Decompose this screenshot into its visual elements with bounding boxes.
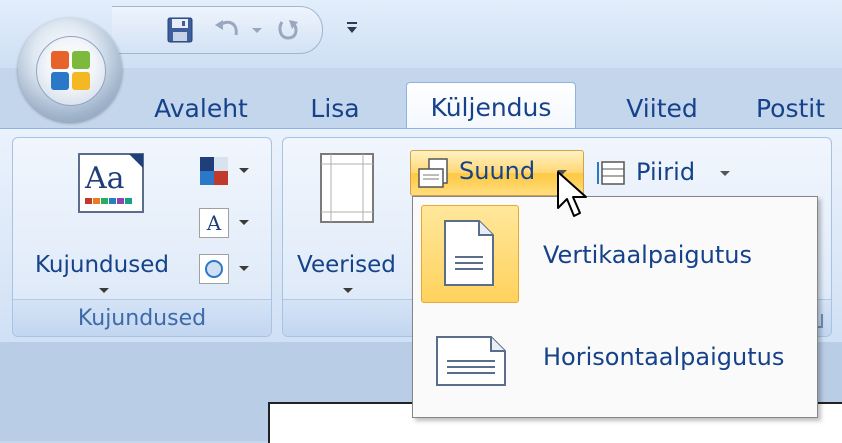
margins-button[interactable]: Piirid bbox=[594, 152, 734, 192]
columns-button[interactable]: Veerised bbox=[287, 144, 405, 294]
save-button[interactable] bbox=[162, 13, 198, 47]
theme-colors-icon bbox=[200, 157, 228, 185]
orientation-button-label: Suund bbox=[459, 157, 536, 185]
themes-button-label: Kujundused bbox=[35, 252, 169, 278]
columns-button-label: Veerised bbox=[297, 252, 396, 278]
tab-lisa[interactable]: Lisa bbox=[290, 86, 380, 130]
menu-item-landscape[interactable]: Horisontaalpaigutus bbox=[419, 309, 811, 407]
mouse-cursor-icon bbox=[557, 171, 587, 217]
tab-label: Lisa bbox=[310, 93, 360, 123]
theme-effects-icon bbox=[199, 254, 229, 284]
portrait-page-icon bbox=[444, 220, 494, 286]
group-label-text: Kujundused bbox=[77, 305, 207, 331]
svg-text:Aa: Aa bbox=[84, 161, 125, 196]
tab-label: Avaleht bbox=[154, 93, 248, 123]
tab-label: Viited bbox=[626, 93, 698, 123]
undo-button[interactable] bbox=[208, 13, 248, 47]
quick-access-toolbar bbox=[112, 6, 323, 54]
office-logo-icon bbox=[51, 51, 91, 91]
theme-fonts-button[interactable]: A bbox=[199, 208, 259, 248]
tab-postitus[interactable]: Postit bbox=[756, 86, 842, 130]
chevron-down-icon bbox=[239, 266, 249, 271]
office-button[interactable] bbox=[18, 18, 122, 122]
customize-qat-icon bbox=[347, 22, 357, 33]
undo-icon bbox=[215, 20, 238, 36]
chevron-down-icon bbox=[720, 171, 730, 176]
margins-icon bbox=[597, 161, 625, 185]
chevron-down-icon bbox=[239, 220, 249, 225]
save-icon bbox=[167, 17, 193, 43]
theme-effects-button[interactable] bbox=[199, 254, 259, 294]
chevron-down-icon bbox=[343, 288, 353, 293]
theme-colors-button[interactable] bbox=[199, 156, 259, 196]
tab-label: Küljendus bbox=[430, 92, 552, 122]
tab-label: Postit bbox=[756, 93, 826, 123]
margins-page-icon bbox=[320, 153, 374, 223]
menu-item-label: Horisontaalpaigutus bbox=[543, 343, 785, 371]
menu-item-label: Vertikaalpaigutus bbox=[543, 241, 753, 269]
chevron-down-icon bbox=[99, 288, 109, 293]
tab-avaleht[interactable]: Avaleht bbox=[136, 86, 266, 130]
customize-qat-button[interactable] bbox=[340, 14, 364, 44]
margins-button-label: Piirid bbox=[636, 158, 696, 186]
office-button-inner bbox=[36, 36, 106, 106]
redo-button[interactable] bbox=[270, 13, 306, 47]
tab-kuljendus[interactable]: Küljendus bbox=[406, 82, 576, 131]
orientation-icon bbox=[418, 158, 448, 188]
menu-item-portrait[interactable]: Vertikaalpaigutus bbox=[419, 201, 811, 303]
chevron-down-icon bbox=[239, 168, 249, 173]
tab-viited[interactable]: Viited bbox=[608, 86, 716, 130]
ribbon-tabs: Avaleht Lisa Küljendus Viited Postit bbox=[0, 68, 842, 131]
undo-dropdown[interactable] bbox=[248, 13, 266, 47]
redo-icon bbox=[278, 20, 298, 40]
theme-fonts-icon: A bbox=[199, 208, 229, 238]
themes-group: Aa Kujundused A Kujundused bbox=[12, 137, 272, 337]
themes-button[interactable]: Aa Kujundused bbox=[17, 144, 193, 294]
themes-icon: Aa bbox=[78, 153, 144, 213]
orientation-menu: Vertikaalpaigutus Horisontaalpaigutus bbox=[412, 196, 818, 418]
landscape-page-icon bbox=[436, 336, 506, 386]
chevron-down-icon bbox=[252, 27, 262, 33]
themes-group-label: Kujundused bbox=[13, 299, 271, 336]
